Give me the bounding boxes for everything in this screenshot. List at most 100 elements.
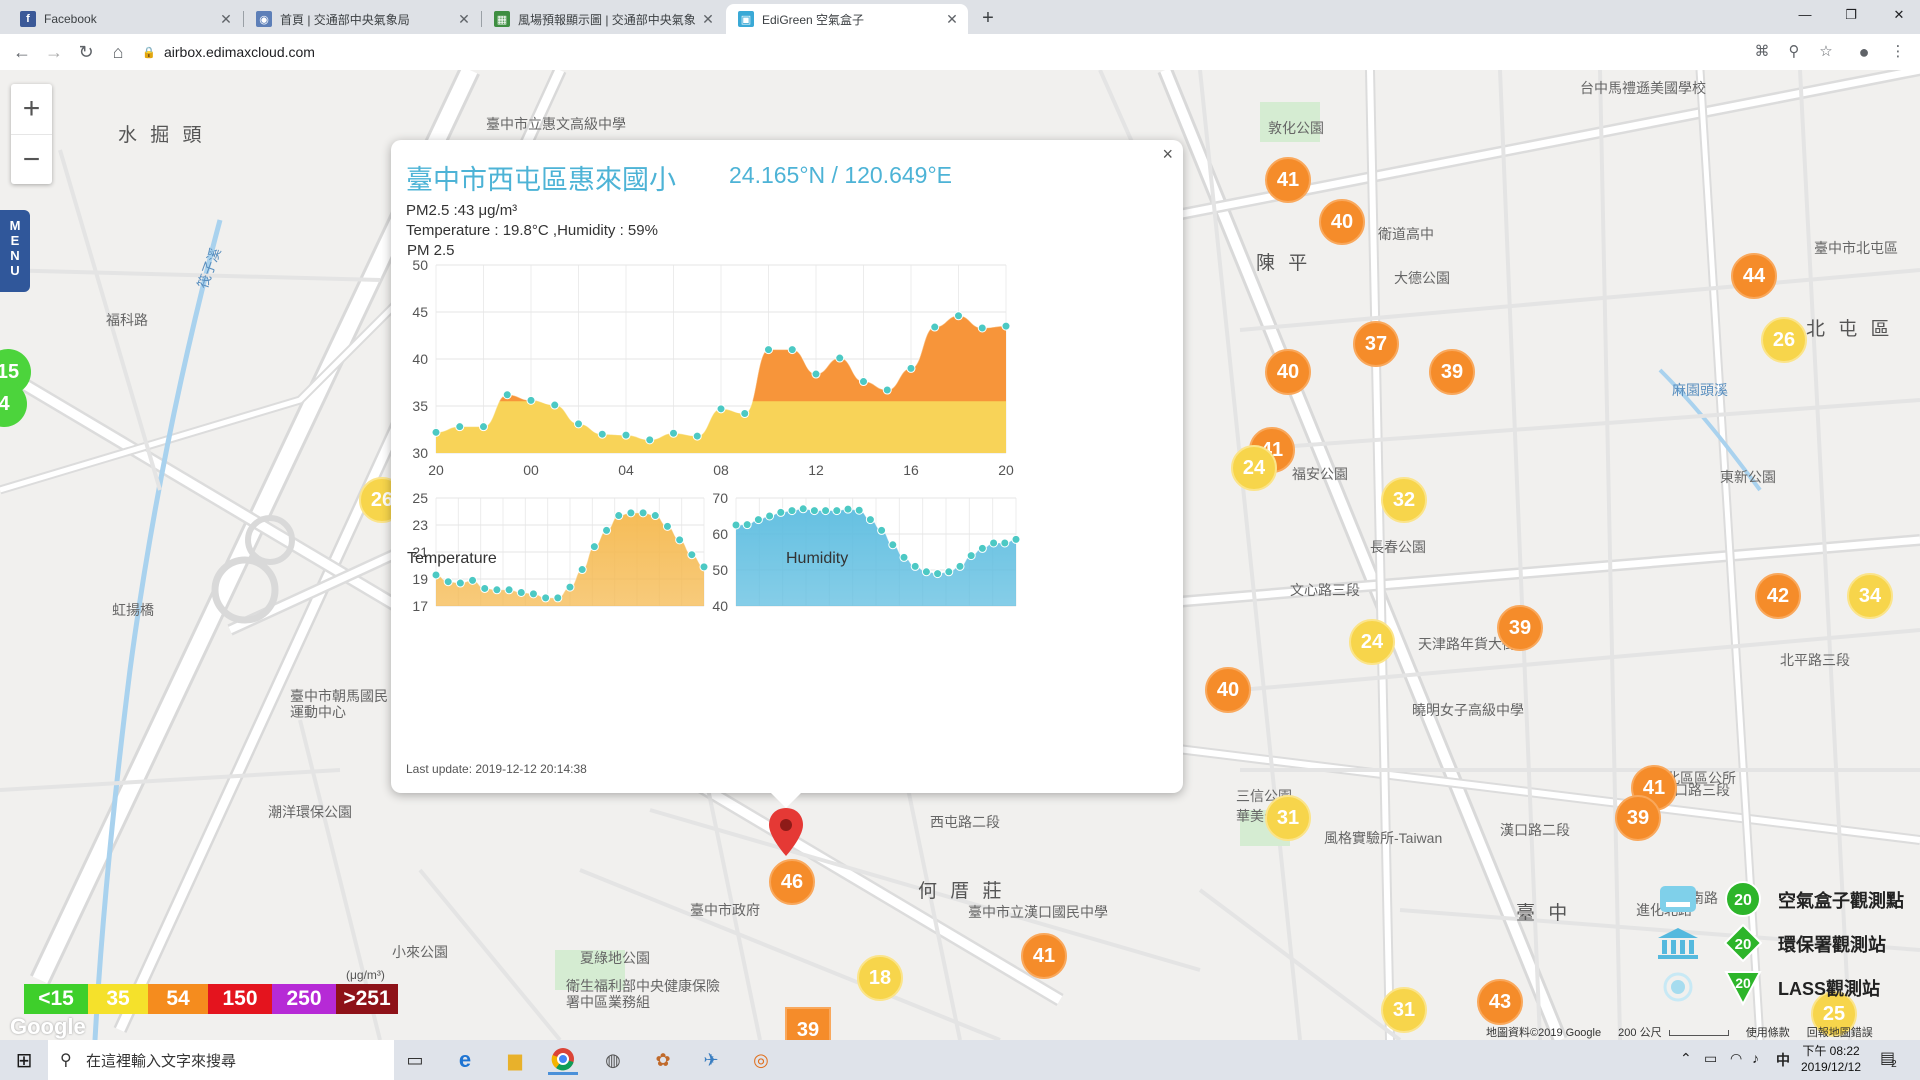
aqi-marker[interactable]: 24 [1231, 445, 1277, 491]
menu-tab-button[interactable]: MENU [0, 210, 30, 292]
battery-icon[interactable]: ▭ [1704, 1050, 1717, 1067]
y-tick-label: 60 [712, 526, 728, 542]
tab-title: EdiGreen 空氣盒子 [762, 12, 865, 27]
map-label: 衛生福利部中央健康保險署中區業務組 [566, 978, 720, 1010]
data-point [528, 589, 538, 599]
map-label: 文心路三段 [1290, 582, 1360, 598]
aqi-marker[interactable]: 18 [857, 955, 903, 1001]
map-label: 福科路 [106, 312, 148, 328]
data-point [877, 525, 887, 535]
ime-indicator[interactable]: 中 [1776, 1050, 1790, 1070]
report-error-link[interactable]: 回報地圖錯誤 [1807, 1027, 1873, 1039]
aqi-marker[interactable]: 39 [1429, 349, 1475, 395]
aqi-marker[interactable]: 26 [1761, 317, 1807, 363]
aqi-marker[interactable]: 24 [1349, 619, 1395, 665]
data-point [764, 345, 773, 355]
pm25-chart: 303540455020 00 04 08 12 16 201719212325405060… [412, 260, 1021, 614]
data-point [944, 567, 954, 577]
tab-close-icon[interactable]: ✕ [216, 11, 236, 28]
profile-icon[interactable]: ● [1852, 40, 1876, 64]
new-tab-button[interactable]: + [976, 6, 1000, 30]
data-point [614, 511, 624, 521]
aqi-marker[interactable]: 31 [1265, 795, 1311, 841]
more-menu-icon[interactable]: ⋮ [1886, 40, 1910, 64]
browser-tab-bar: f Facebook ✕ ◉ 首頁 | 交通部中央氣象局 ✕ ▦ 風場預報顯示圖… [0, 0, 1920, 34]
reload-icon[interactable]: ↻ [74, 40, 98, 64]
wifi-icon[interactable]: ◠ [1730, 1050, 1742, 1067]
app-icon[interactable]: ◎ [746, 1045, 776, 1075]
notification-icon[interactable]: ▤2 [1880, 1048, 1901, 1070]
aqi-marker[interactable]: 40 [1319, 199, 1365, 245]
data-point [811, 369, 821, 379]
popup-close-button[interactable]: × [1162, 144, 1173, 165]
aqi-marker[interactable]: 43 [1477, 979, 1523, 1025]
chrome-icon[interactable] [548, 1045, 578, 1075]
aqi-marker[interactable]: 39 [785, 1007, 831, 1040]
zoom-in-button[interactable]: + [11, 84, 52, 134]
window-close-icon[interactable]: ✕ [1884, 4, 1914, 26]
tray-chevron-icon[interactable]: ⌃ [1680, 1050, 1692, 1067]
aqi-marker[interactable]: 31 [1381, 987, 1427, 1033]
volume-icon[interactable]: ♪ [1752, 1050, 1759, 1066]
aqi-marker[interactable]: 37 [1353, 321, 1399, 367]
aqi-marker[interactable]: 34 [1847, 573, 1893, 619]
aqi-marker[interactable]: 46 [769, 859, 815, 905]
minimize-icon[interactable]: — [1790, 4, 1820, 26]
map-label: 水 掘 頭 [118, 125, 206, 146]
tab-edigreen-airbox[interactable]: ▣ EdiGreen 空氣盒子 ✕ [726, 4, 968, 34]
tab-title: 風場預報顯示圖 | 交通部中央氣象 [518, 12, 696, 27]
terms-link[interactable]: 使用條款 [1746, 1027, 1790, 1039]
data-point [645, 435, 655, 445]
task-view-icon[interactable]: ▭ [400, 1045, 430, 1075]
back-icon[interactable]: ← [10, 40, 34, 64]
aqi-marker[interactable]: 40 [1205, 667, 1251, 713]
translate-icon[interactable]: ⌘ [1750, 40, 1774, 64]
pm25-chart-title: PM 2.5 [407, 242, 455, 259]
aqi-marker[interactable]: 40 [1265, 349, 1311, 395]
taskbar-clock[interactable]: 下午 08:22 2019/12/12 [1796, 1043, 1866, 1075]
map-label: 風格實驗所-Taiwan [1324, 830, 1443, 846]
app-icon[interactable]: ✈ [696, 1045, 726, 1075]
restore-icon[interactable]: ❐ [1836, 4, 1866, 26]
zoom-icon[interactable]: ⚲ [1782, 40, 1806, 64]
address-bar[interactable]: 🔒 airbox.edimaxcloud.com [142, 39, 1762, 65]
edge-browser-icon[interactable]: e [450, 1045, 480, 1075]
aqi-marker[interactable]: 32 [1381, 477, 1427, 523]
map-label: 福安公園 [1292, 466, 1348, 482]
tab-close-icon[interactable]: ✕ [942, 11, 962, 28]
lock-icon: 🔒 [142, 47, 156, 59]
aqi-marker[interactable]: 42 [1755, 573, 1801, 619]
search-icon: ⚲ [60, 1052, 72, 1069]
data-point [933, 569, 943, 579]
aqi-marker[interactable]: 39 [1615, 795, 1661, 841]
humidity-chart-title: Humidity [786, 550, 849, 567]
svg-text:20: 20 [1734, 892, 1752, 909]
windows-start-icon[interactable]: ⊞ [9, 1045, 39, 1075]
app-icon[interactable]: ✿ [648, 1045, 678, 1075]
y-tick-label: 50 [412, 260, 428, 273]
tab-wind-forecast[interactable]: ▦ 風場預報顯示圖 | 交通部中央氣象 ✕ [482, 4, 724, 34]
tab-close-icon[interactable]: ✕ [454, 11, 474, 28]
bookmark-star-icon[interactable]: ☆ [1814, 40, 1838, 64]
map-label: 東新公園 [1720, 469, 1776, 485]
tab-facebook[interactable]: f Facebook ✕ [8, 4, 242, 34]
google-logo: Google [10, 1014, 86, 1039]
y-tick-label: 25 [412, 490, 428, 506]
aqi-marker[interactable]: 41 [1021, 933, 1067, 979]
aqi-marker[interactable]: 41 [1265, 157, 1311, 203]
data-point [492, 585, 502, 595]
browser-toolbar: ← → ↻ ⌂ 🔒 airbox.edimaxcloud.com ⌘ ⚲ ☆ ●… [0, 34, 1920, 71]
app-icon[interactable]: ◍ [598, 1045, 628, 1075]
home-icon[interactable]: ⌂ [106, 40, 130, 64]
file-explorer-icon[interactable]: ▆ [500, 1045, 530, 1075]
forward-icon[interactable]: → [42, 40, 66, 64]
zoom-out-button[interactable]: − [11, 134, 52, 185]
aqi-marker[interactable]: 44 [1731, 253, 1777, 299]
map-label: 曉明女子高級中學 [1412, 702, 1524, 718]
aqi-marker[interactable]: 39 [1497, 605, 1543, 651]
tab-cwb-home[interactable]: ◉ 首頁 | 交通部中央氣象局 ✕ [244, 4, 480, 34]
taskbar-search-box[interactable]: ⚲ 在這裡輸入文字來搜尋 [48, 1040, 394, 1080]
tab-close-icon[interactable]: ✕ [698, 11, 718, 28]
location-pin-icon[interactable] [768, 808, 804, 858]
y-tick-label: 17 [412, 598, 428, 614]
